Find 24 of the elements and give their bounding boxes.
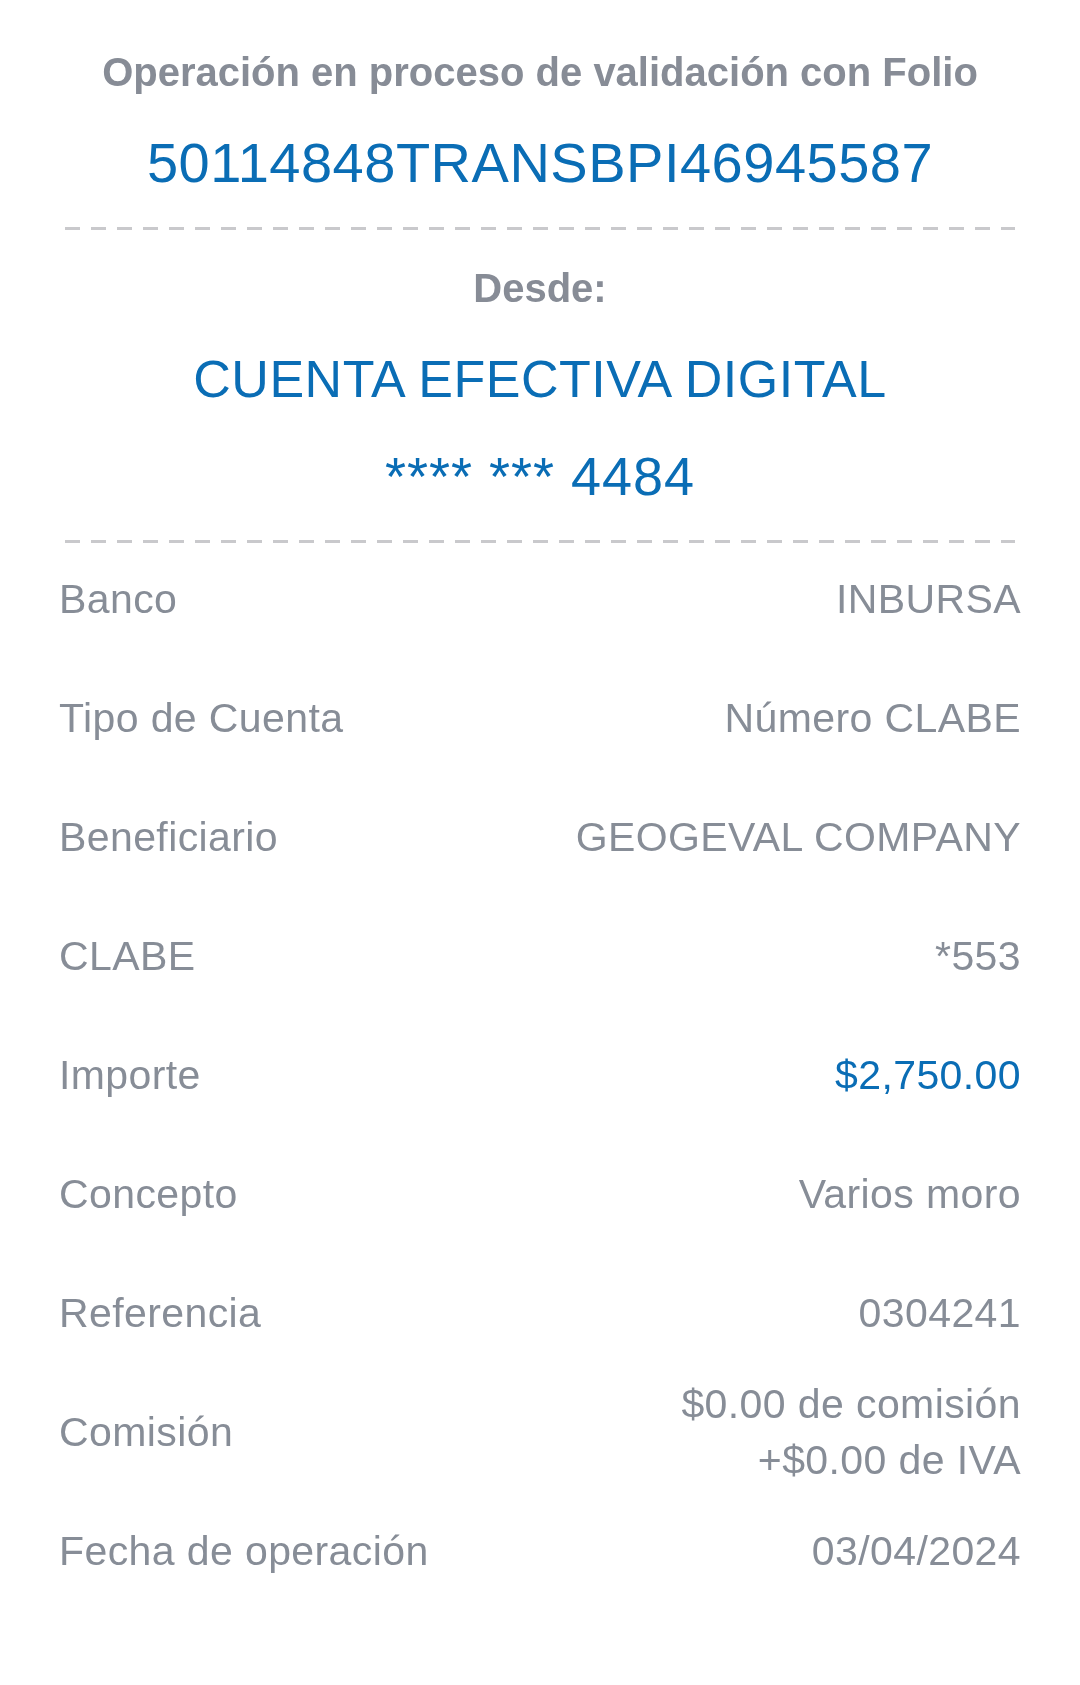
detail-label: Tipo de Cuenta	[59, 693, 344, 743]
detail-value: GEOGEVAL COMPANY	[575, 812, 1021, 862]
detail-label: Comisión	[59, 1407, 234, 1457]
detail-value: $0.00 de comisión	[681, 1379, 1021, 1429]
from-label: Desde:	[473, 265, 607, 312]
detail-label: Banco	[59, 574, 178, 624]
folio-number: 50114848TRANSBPI46945587	[146, 131, 934, 195]
header-title: Operación en proceso de validación con Folio	[102, 49, 978, 96]
detail-label: Referencia	[59, 1288, 262, 1338]
detail-value: INBURSA	[835, 574, 1021, 624]
detail-value: Varios moro	[798, 1169, 1021, 1219]
detail-value: 0304241	[858, 1288, 1021, 1338]
detail-value: +$0.00 de IVA	[757, 1435, 1021, 1485]
detail-value: Número CLABE	[724, 693, 1021, 743]
detail-label: Fecha de operación	[59, 1526, 429, 1576]
detail-label: Beneficiario	[59, 812, 279, 862]
detail-label: Concepto	[59, 1169, 238, 1219]
account-number: **** *** 4484	[384, 445, 696, 508]
detail-label: Importe	[59, 1050, 201, 1100]
detail-value: 03/04/2024	[811, 1526, 1021, 1576]
amount-value: $2,750.00	[835, 1050, 1021, 1100]
detail-value: *553	[935, 931, 1021, 981]
detail-label: CLABE	[59, 931, 196, 981]
account-name: CUENTA EFECTIVA DIGITAL	[193, 349, 887, 410]
